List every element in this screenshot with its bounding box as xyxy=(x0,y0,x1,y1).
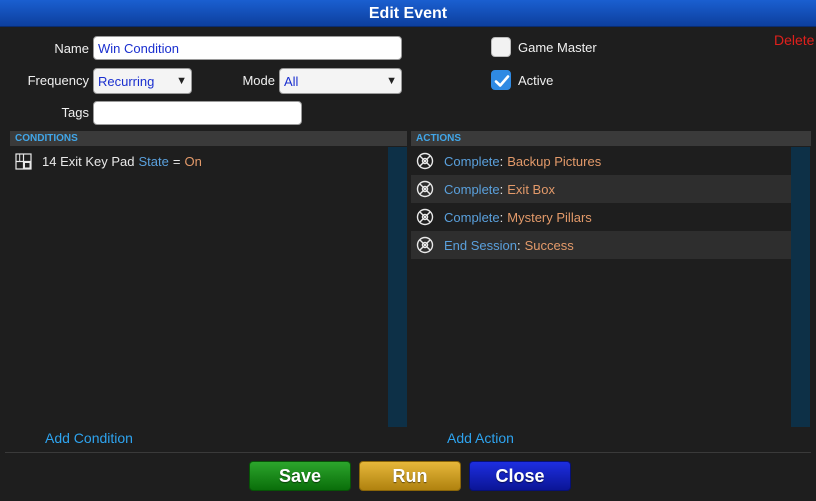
grid-icon xyxy=(15,152,32,170)
gear-icon xyxy=(416,208,434,226)
tags-label: Tags xyxy=(61,105,89,120)
condition-row[interactable]: 14 Exit Key Pad State = On xyxy=(10,147,388,175)
action-verb: Complete xyxy=(444,209,500,225)
gear-icon xyxy=(416,152,434,170)
frequency-select[interactable]: Recurring ▼ xyxy=(93,68,192,94)
add-condition-button[interactable]: Add Condition xyxy=(45,430,133,446)
action-sep: : xyxy=(499,181,504,197)
conditions-scrollbar[interactable] xyxy=(388,147,407,427)
name-label: Name xyxy=(54,41,89,56)
action-row[interactable]: Complete: Backup Pictures xyxy=(411,147,791,175)
tags-input[interactable] xyxy=(93,101,302,125)
actions-header: ACTIONS xyxy=(411,131,811,146)
game-master-checkbox[interactable] xyxy=(491,37,511,57)
save-button[interactable]: Save xyxy=(249,461,351,491)
footer-divider xyxy=(5,452,811,453)
conditions-header: CONDITIONS xyxy=(10,131,407,146)
action-sep: : xyxy=(499,153,504,169)
mode-select[interactable]: All ▼ xyxy=(279,68,402,94)
action-sep: : xyxy=(517,237,521,253)
action-target: Success xyxy=(524,237,574,253)
gear-icon xyxy=(416,236,434,254)
name-input[interactable] xyxy=(93,36,402,60)
action-row[interactable]: End Session: Success xyxy=(411,231,791,259)
chevron-down-icon: ▼ xyxy=(176,75,187,87)
action-target: Backup Pictures xyxy=(507,153,602,169)
condition-device: 14 Exit Key Pad xyxy=(42,153,135,169)
condition-operator: = xyxy=(172,153,181,169)
action-row[interactable]: Complete: Mystery Pillars xyxy=(411,203,791,231)
condition-property: State xyxy=(138,153,169,169)
check-icon xyxy=(494,75,510,87)
action-row[interactable]: Complete: Exit Box xyxy=(411,175,791,203)
window-title: Edit Event xyxy=(0,0,816,27)
mode-label: Mode xyxy=(242,73,275,88)
active-checkbox[interactable] xyxy=(491,70,511,90)
run-button[interactable]: Run xyxy=(359,461,461,491)
delete-button[interactable]: Delete xyxy=(774,32,814,48)
action-verb: End Session xyxy=(444,237,517,253)
gear-icon xyxy=(416,180,434,198)
add-action-button[interactable]: Add Action xyxy=(447,430,514,446)
actions-scrollbar[interactable] xyxy=(791,147,810,427)
action-sep: : xyxy=(499,209,504,225)
active-label: Active xyxy=(518,73,554,88)
condition-value: On xyxy=(184,153,202,169)
game-master-label: Game Master xyxy=(518,40,597,55)
close-button[interactable]: Close xyxy=(469,461,571,491)
action-verb: Complete xyxy=(444,153,500,169)
mode-value: All xyxy=(284,73,299,89)
frequency-label: Frequency xyxy=(27,73,89,88)
action-target: Exit Box xyxy=(507,181,555,197)
action-verb: Complete xyxy=(444,181,500,197)
action-target: Mystery Pillars xyxy=(507,209,592,225)
frequency-value: Recurring xyxy=(98,73,155,89)
chevron-down-icon: ▼ xyxy=(386,75,397,87)
